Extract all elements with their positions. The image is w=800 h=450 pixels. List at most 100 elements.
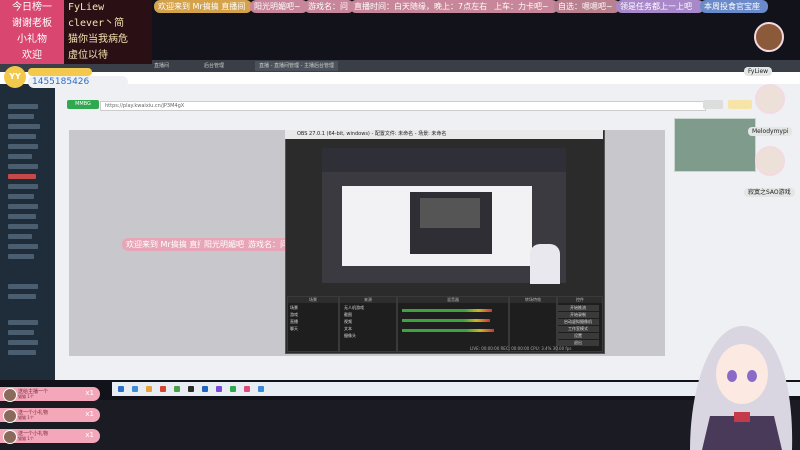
- sources-dock-header: 来源: [340, 297, 396, 303]
- admin-sidebar: [0, 84, 55, 380]
- transitions-dock-header: 转场特效: [510, 297, 556, 303]
- virtual-camera-button[interactable]: 启动虚拟摄像机: [557, 319, 599, 325]
- info-row: 小礼物 猫你当我病危: [0, 32, 152, 48]
- info-value: FyLiew: [68, 2, 105, 13]
- mixer-dock: 混音器: [397, 296, 509, 352]
- start-recording-button[interactable]: 开始录制: [557, 312, 599, 318]
- camera-thumbnail: [674, 118, 756, 172]
- sidebar-item[interactable]: [8, 284, 38, 289]
- viewer-avatar: [755, 84, 785, 114]
- sidebar-item[interactable]: [8, 214, 36, 219]
- browser-tab-active[interactable]: 直播 - 直播间管理 - 主播后台管理: [255, 61, 338, 71]
- app-icon[interactable]: [160, 386, 166, 392]
- obs-canvas: [322, 148, 566, 284]
- viewer-name: Melodymypi: [748, 127, 793, 136]
- viewer-avatar: [754, 22, 784, 52]
- source-item[interactable]: 文本: [344, 326, 352, 332]
- sidebar-item[interactable]: [8, 340, 38, 345]
- scene-item[interactable]: 直播: [290, 319, 298, 325]
- sidebar-item[interactable]: [8, 330, 34, 335]
- info-value: clever丶简: [68, 18, 125, 29]
- sidebar-item[interactable]: [8, 244, 38, 249]
- gift-item: 送一个小礼物 猫猫 1个 x1: [0, 429, 100, 444]
- source-item[interactable]: 截图: [344, 312, 352, 318]
- canvas-topband: [322, 148, 566, 172]
- scenes-dock: 场景 场景 游戏 直播 聊天: [287, 296, 339, 352]
- gift-item: 送一个小礼物 猫猫 1个 x1: [0, 408, 100, 423]
- source-item[interactable]: 视频: [344, 319, 352, 325]
- marquee-bar: 欢迎来到 Mr搞搞 直播间 阳光明媚吧~ 游戏名：问 直播时间：白天随缘，晚上：…: [150, 0, 800, 14]
- scene-item[interactable]: 聊天: [290, 326, 298, 332]
- app-icon[interactable]: [132, 386, 138, 392]
- folder-icon[interactable]: [146, 386, 152, 392]
- app-icon[interactable]: [174, 386, 180, 392]
- browser-tab[interactable]: 直播间: [150, 61, 173, 71]
- gift-sub: 猫猫 1个: [18, 436, 34, 441]
- gift-count: x1: [85, 431, 94, 439]
- sidebar-item[interactable]: [8, 164, 38, 169]
- app-icon[interactable]: [202, 386, 208, 392]
- viewer-name: FyLiew: [744, 67, 773, 76]
- controls-dock: 控件 开始推流 开始录制 启动虚拟摄像机 工作室模式 设置 退出: [557, 296, 603, 352]
- audio-meter: [402, 309, 492, 312]
- info-label: 谢谢老板: [0, 16, 64, 32]
- start-icon[interactable]: [118, 386, 124, 392]
- user-id: 1455185426: [28, 76, 128, 88]
- info-value: 虚位以待: [68, 50, 108, 61]
- toolbar-button[interactable]: [728, 100, 752, 109]
- sidebar-item[interactable]: [8, 144, 38, 149]
- sidebar-item[interactable]: [8, 114, 34, 119]
- sidebar-item[interactable]: [8, 184, 38, 189]
- sidebar-item[interactable]: [8, 194, 34, 199]
- sidebar-item[interactable]: [8, 124, 40, 129]
- scene-item[interactable]: 游戏: [290, 312, 298, 318]
- sidebar-item[interactable]: [8, 234, 32, 239]
- app-icon[interactable]: [244, 386, 250, 392]
- browser-tab[interactable]: 后台管理: [200, 61, 228, 71]
- start-streaming-button[interactable]: 开始推流: [557, 305, 599, 311]
- info-label: 今日榜一: [0, 0, 64, 16]
- marquee-item: 直播时间：白天随缘，晚上：7点左右: [350, 0, 502, 13]
- studio-mode-button[interactable]: 工作室模式: [557, 326, 599, 332]
- marquee-item: 欢迎来到 Mr搞搞 直播间: [154, 0, 252, 13]
- sidebar-item[interactable]: [8, 104, 38, 109]
- gift-count: x1: [85, 410, 94, 418]
- sidebar-item[interactable]: [8, 320, 38, 325]
- gift-sub: 猫猫 1个: [18, 394, 34, 399]
- info-label: 欢迎: [0, 48, 64, 64]
- info-row: 今日榜一 FyLiew: [0, 0, 152, 16]
- vtuber-face: [716, 344, 768, 404]
- url-input[interactable]: https://play.kwaixiu.cn/jP3M4gX: [100, 101, 706, 111]
- marquee-item: 领是任务都上一上吧: [616, 0, 704, 13]
- avatar: [3, 409, 17, 423]
- avatar: [3, 388, 17, 402]
- sidebar-item[interactable]: [8, 204, 38, 209]
- sidebar-item[interactable]: [8, 224, 38, 229]
- sidebar-item[interactable]: [8, 350, 36, 355]
- marquee-item: 上车：力卡吧~: [490, 0, 558, 13]
- sidebar-item[interactable]: [8, 254, 34, 259]
- settings-button[interactable]: 设置: [557, 333, 599, 339]
- toolbar-button[interactable]: [703, 100, 723, 109]
- source-item[interactable]: 摄像头: [344, 333, 356, 339]
- sidebar-item[interactable]: [8, 294, 36, 299]
- gift-count: x1: [85, 389, 94, 397]
- audio-meter: [402, 319, 490, 322]
- marquee-item: 阳光明媚吧~: [250, 0, 308, 13]
- app-icon[interactable]: [216, 386, 222, 392]
- info-row: 谢谢老板 clever丶简: [0, 16, 152, 32]
- sidebar-item-active[interactable]: [8, 174, 36, 179]
- vtuber-avatar: [690, 325, 793, 450]
- vtuber-mini: [530, 244, 560, 284]
- app-icon[interactable]: [258, 386, 264, 392]
- scene-item[interactable]: 场景: [290, 305, 298, 311]
- room-select-button[interactable]: MMBG: [67, 100, 99, 109]
- sidebar-item[interactable]: [8, 134, 36, 139]
- obs-icon[interactable]: [188, 386, 194, 392]
- app-icon[interactable]: [230, 386, 236, 392]
- avatar: [3, 430, 17, 444]
- stream-info-panel: 今日榜一 FyLiew 谢谢老板 clever丶简 小礼物 猫你当我病危 欢迎 …: [0, 0, 152, 64]
- transitions-dock: 转场特效: [509, 296, 557, 352]
- source-item[interactable]: 无人机游戏: [344, 305, 364, 311]
- sidebar-item[interactable]: [8, 154, 32, 159]
